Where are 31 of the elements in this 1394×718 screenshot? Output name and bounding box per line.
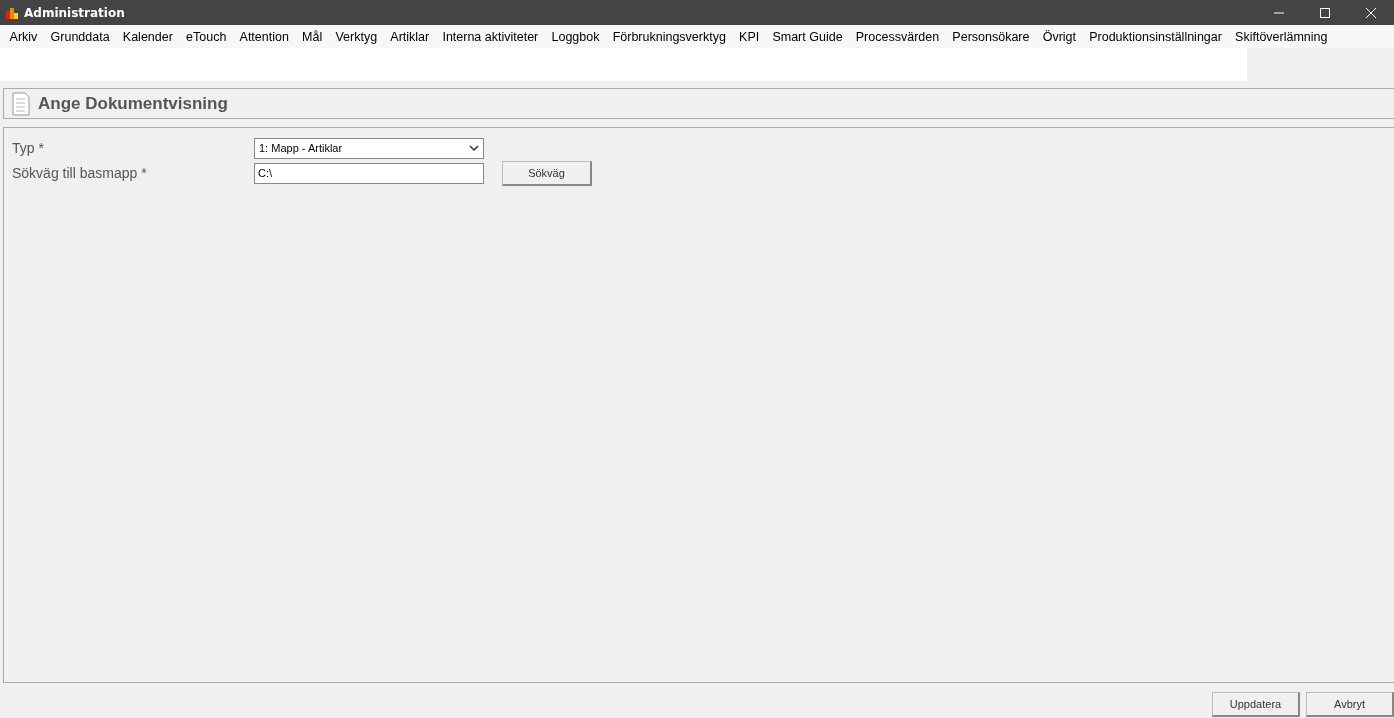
document-icon — [12, 91, 30, 116]
menu-item[interactable]: Mål — [295, 29, 329, 44]
page-heading: Ange Dokumentvisning — [38, 93, 228, 114]
menu-item[interactable]: Smart Guide — [765, 29, 850, 44]
field-label: Typ * — [12, 140, 45, 156]
menu-item[interactable]: Interna aktiviteter — [435, 29, 545, 44]
maximize-icon — [1320, 7, 1330, 18]
menu-item[interactable]: Arkiv — [3, 29, 44, 44]
menu-item[interactable]: Förbrukningsverktyg — [606, 29, 733, 44]
browse-button[interactable]: Sökväg — [502, 160, 592, 186]
menu-item[interactable]: Övrigt — [1036, 29, 1083, 44]
field-label: Sökväg till basmapp * — [12, 165, 148, 181]
menu-item[interactable]: Attention — [232, 29, 296, 44]
menu-item[interactable]: Kalender — [116, 29, 180, 44]
close-icon — [1366, 7, 1376, 18]
type-dropdown[interactable]: 1: Mapp - Artiklar — [254, 137, 484, 159]
menu-item[interactable]: Grunddata — [43, 29, 117, 44]
path-field[interactable]: C:\ — [254, 162, 484, 184]
cancel-button[interactable]: Avbryt — [1306, 692, 1394, 717]
menu-item[interactable]: Verktyg — [328, 29, 384, 44]
menu-item[interactable]: eTouch — [179, 29, 233, 44]
update-button[interactable]: Uppdatera — [1212, 692, 1300, 717]
menu-item[interactable]: Produktionsinställningar — [1082, 29, 1229, 44]
menu-item[interactable]: KPI — [732, 29, 766, 44]
menu-item[interactable]: Loggbok — [544, 29, 607, 44]
menu-item[interactable]: Personsökare — [945, 29, 1037, 44]
menu-item[interactable]: Processvärden — [849, 29, 946, 44]
window-title: Administration — [24, 5, 126, 20]
menu-item[interactable]: Artiklar — [383, 29, 436, 44]
menu-item[interactable]: Skiftöverlämning — [1228, 29, 1335, 44]
chevron-down-icon — [469, 144, 479, 152]
